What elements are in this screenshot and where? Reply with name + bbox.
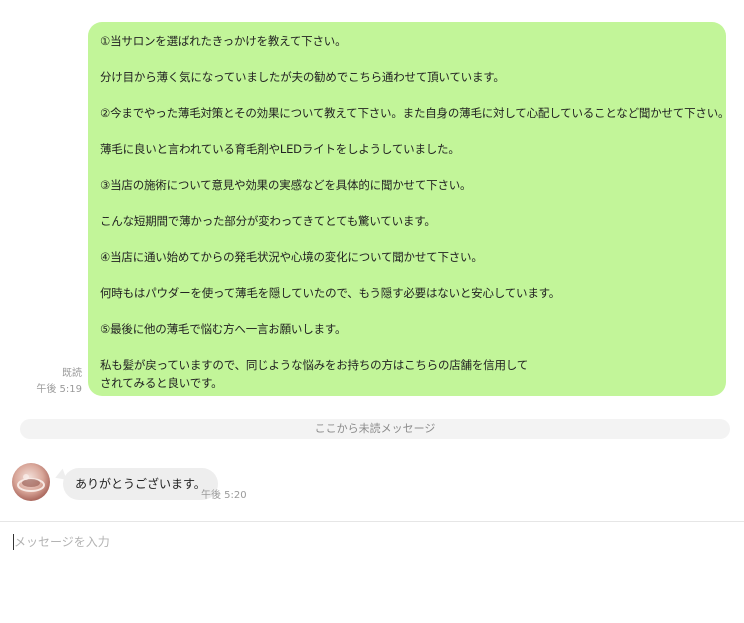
- message-text-line: 私も髪が戻っていますので、同じような悩みをお持ちの方はこちらの店舗を信用して: [100, 358, 529, 372]
- read-receipt: 既読: [62, 368, 82, 379]
- message-text-line: 何時もはパウダーを使って薄毛を隠していたので、もう隠す必要はないと安心しています…: [100, 286, 561, 300]
- message-text-line: ③当店の施術について意見や効果の実感などを具体的に聞かせて下さい。: [100, 178, 472, 192]
- outgoing-timestamp: 午後 5:19: [36, 384, 82, 395]
- avatar-photo-icon: [17, 474, 45, 492]
- message-text-line: されてみると良いです。: [100, 376, 223, 390]
- outgoing-message-row: 既読 午後 5:19 ①当サロンを選ばれたきっかけを教えて下さい。分け目から薄く…: [0, 22, 744, 398]
- text-caret: [13, 534, 14, 550]
- outgoing-message-bubble[interactable]: ①当サロンを選ばれたきっかけを教えて下さい。分け目から薄く気になっていましたが夫…: [88, 22, 726, 396]
- outgoing-meta: 既読 午後 5:19: [36, 366, 82, 398]
- message-input[interactable]: [10, 530, 734, 616]
- composer-divider: [0, 521, 744, 522]
- incoming-timestamp: 午後 5:20: [201, 490, 247, 501]
- message-text-line: ①当サロンを選ばれたきっかけを教えて下さい。: [100, 34, 347, 48]
- incoming-message-bubble[interactable]: ありがとうございます。: [63, 468, 218, 500]
- unread-divider: ここから未読メッセージ: [20, 419, 730, 439]
- message-text-line: ⑤最後に他の薄毛で悩む方へ一言お願いします。: [100, 322, 347, 336]
- message-text-line: ④当店に通い始めてからの発毛状況や心境の変化について聞かせて下さい。: [100, 250, 483, 264]
- message-text-line: こんな短期間で薄かった部分が変わってきてとても驚いています。: [100, 214, 436, 228]
- message-text-line: 分け目から薄く気になっていましたが夫の勧めでこちら通わせて頂いています。: [100, 70, 505, 84]
- message-text-line: ②今までやった薄毛対策とその効果について教えて下さい。また自身の薄毛に対して心配…: [100, 106, 726, 120]
- chat-window: 既読 午後 5:19 ①当サロンを選ばれたきっかけを教えて下さい。分け目から薄く…: [0, 0, 744, 623]
- message-text-line: 薄毛に良いと言われている育毛剤やLEDライトをしようしていました。: [100, 142, 460, 156]
- sender-avatar[interactable]: [12, 463, 50, 501]
